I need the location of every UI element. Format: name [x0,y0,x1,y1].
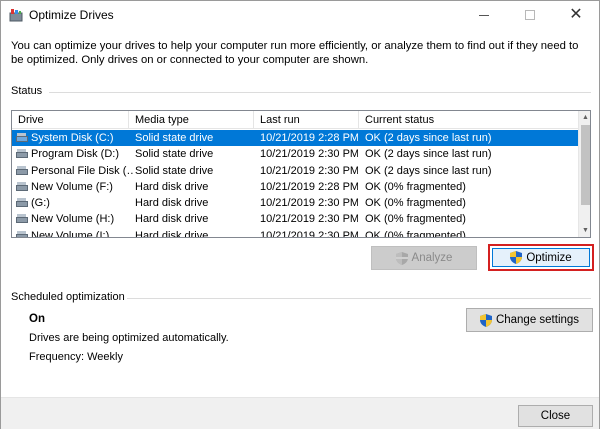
schedule-state: On [29,313,45,325]
column-header-last-run[interactable]: Last run [254,111,359,129]
schedule-frequency: Frequency: Weekly [29,351,123,363]
media-type-cell: Hard disk drive [135,213,209,226]
optimize-button-face: Optimize [492,248,590,267]
drive-name: New Volume (F:) [31,180,113,193]
drive-icon [16,214,28,224]
current-status-cell: OK (2 days since last run) [365,148,492,161]
optimize-drives-window: Optimize Drives ✕ You can optimize your … [0,0,600,429]
drive-icon [16,198,28,208]
current-status-cell: OK (2 days since last run) [365,164,492,177]
media-type-cell: Solid state drive [135,148,214,161]
last-run-cell: 10/21/2019 2:28 PM [260,132,358,144]
column-header-drive[interactable]: Drive [12,111,129,129]
maximize-button[interactable] [507,1,553,29]
media-type-cell: Solid state drive [135,132,214,144]
scheduled-section-label: Scheduled optimization [11,291,125,303]
last-run-cell: 10/21/2019 2:30 PM [260,164,358,177]
drive-icon [16,165,28,175]
column-header-media-type[interactable]: Media type [129,111,254,129]
dialog-footer [1,397,599,429]
optimize-button[interactable]: Optimize [488,244,594,271]
scroll-down-arrow-icon[interactable]: ▼ [579,224,590,237]
minimize-button[interactable] [461,1,507,29]
drive-name: Program Disk (D:) [31,148,120,161]
table-row[interactable]: Program Disk (D:) Solid state drive 10/2… [12,146,578,162]
current-status-cell: OK (0% fragmented) [365,180,466,193]
table-row[interactable]: System Disk (C:) Solid state drive 10/21… [12,130,578,147]
maximize-icon [525,10,535,20]
title-bar: Optimize Drives ✕ [1,1,599,29]
media-type-cell: Solid state drive [135,164,214,177]
status-divider [49,92,591,93]
uac-shield-icon [479,313,492,327]
media-type-cell: Hard disk drive [135,197,209,210]
table-row[interactable]: New Volume (F:) Hard disk drive 10/21/20… [12,179,578,195]
drives-list-rows: System Disk (C:) Solid state drive 10/21… [12,130,578,238]
current-status-cell: OK (0% fragmented) [365,197,466,210]
drive-name: System Disk (C:) [31,132,114,144]
change-settings-label: Change settings [495,314,580,326]
media-type-cell: Hard disk drive [135,180,209,193]
drive-name: New Volume (I:) [31,229,110,238]
column-header-current-status[interactable]: Current status [359,111,578,129]
drive-name: Personal File Disk (… [31,164,134,177]
drives-list-header: Drive Media type Last run Current status [12,111,578,129]
drive-cell: New Volume (I:) [12,228,134,238]
drive-cell: New Volume (F:) [12,179,134,195]
drive-name: (G:) [31,197,50,210]
uac-shield-icon [510,251,523,264]
scrollbar-thumb[interactable] [581,125,590,205]
analyze-button-label: Analyze [411,252,453,264]
last-run-cell: 10/21/2019 2:30 PM [260,229,358,238]
window-title: Optimize Drives [29,8,114,22]
last-run-cell: 10/21/2019 2:30 PM [260,148,358,161]
scheduled-divider [127,298,591,299]
last-run-cell: 10/21/2019 2:28 PM [260,180,358,193]
table-row[interactable]: New Volume (I:) Hard disk drive 10/21/20… [12,228,578,238]
drive-icon [16,181,28,191]
table-row[interactable]: Personal File Disk (… Solid state drive … [12,163,578,179]
vertical-scrollbar[interactable]: ▲ ▼ [578,111,590,237]
drive-icon [16,230,28,237]
table-row[interactable]: (G:) Hard disk drive 10/21/2019 2:30 PM … [12,195,578,211]
status-section-label: Status [11,85,43,97]
scroll-up-arrow-icon[interactable]: ▲ [579,111,590,124]
close-icon: ✕ [569,6,583,23]
drive-name: New Volume (H:) [31,213,115,226]
minimize-icon [479,14,489,16]
change-settings-button[interactable]: Change settings [466,308,593,332]
close-window-button[interactable]: ✕ [553,1,599,29]
drive-cell: New Volume (H:) [12,211,134,227]
analyze-button[interactable]: Analyze [371,246,477,270]
schedule-description: Drives are being optimized automatically… [29,332,229,344]
optimize-drives-app-icon [9,8,23,22]
current-status-cell: OK (2 days since last run) [365,132,492,144]
drive-cell: Program Disk (D:) [12,146,134,162]
drive-cell: System Disk (C:) [12,130,134,146]
description-text: You can optimize your drives to help you… [11,40,579,66]
optimize-button-label: Optimize [526,251,572,264]
current-status-cell: OK (0% fragmented) [365,213,466,226]
table-row[interactable]: New Volume (H:) Hard disk drive 10/21/20… [12,211,578,227]
uac-shield-icon [395,251,408,265]
media-type-cell: Hard disk drive [135,229,209,238]
drive-cell: (G:) [12,195,134,211]
drive-icon [16,133,28,142]
current-status-cell: OK (0% fragmented) [365,229,466,238]
last-run-cell: 10/21/2019 2:30 PM [260,197,358,210]
close-button[interactable]: Close [518,405,593,427]
drives-list[interactable]: Drive Media type Last run Current status… [11,110,591,238]
drive-cell: Personal File Disk (… [12,163,134,179]
last-run-cell: 10/21/2019 2:30 PM [260,213,358,226]
drive-icon [16,149,28,159]
